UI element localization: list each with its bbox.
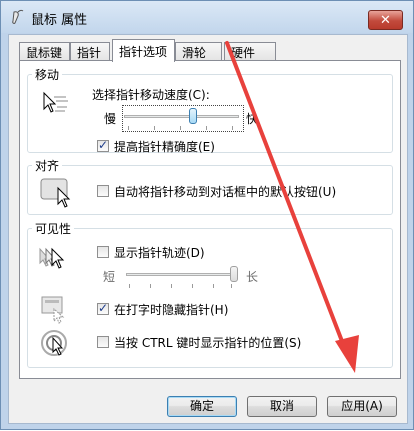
trails-checkbox[interactable] [97,246,109,258]
motion-group-title: 移动 [32,66,63,83]
trails-label[interactable]: 显示指针轨迹(D) [114,244,205,261]
ok-button[interactable]: 确定 [167,396,237,417]
slider-tick [213,284,214,288]
title-bar[interactable]: 鼠标 属性 ✕ [1,1,413,33]
tab-label: 指针 [77,46,102,60]
show-location-label[interactable]: 当按 CTRL 键时显示指针的位置(S) [114,334,301,351]
slider-tick [171,284,172,288]
motion-group: 移动 选择指针移动速度(C): 慢 快 ✓ 提高指针精确度(E) [27,66,393,155]
mouse-properties-window: 鼠标 属性 ✕ 鼠标键 指针 指针选项 滑轮 硬件 移动 选择指针移动速度(C)… [0,0,414,430]
tab-pointer-options[interactable]: 指针选项 [112,39,175,62]
visibility-group: 可见性 显示指针轨迹(D) 短 长 ✓ 在打字时隐藏指针(H) 当按 CTRL … [27,220,393,368]
close-button[interactable]: ✕ [368,10,403,30]
snap-label[interactable]: 自动将指针移动到对话框中的默认按钮(U) [114,183,336,200]
tab-mouse-buttons[interactable]: 鼠标键 [19,42,70,61]
mouse-icon [12,9,24,24]
pointer-trails-icon [39,247,65,269]
ok-button-label: 确定 [189,399,214,413]
tab-pointers[interactable]: 指针 [70,42,110,61]
precision-checkbox[interactable] [97,138,109,152]
precision-label[interactable]: 提高指针精确度(E) [114,138,215,155]
apply-button-label: 应用(A) [341,399,383,413]
long-label: 长 [246,270,259,284]
trails-slider-thumb[interactable] [230,266,238,282]
dialog-client-area: 鼠标键 指针 指针选项 滑轮 硬件 移动 选择指针移动速度(C): 慢 快 ✓ … [8,34,408,424]
slider-focus-rectangle [122,105,244,132]
slow-label: 慢 [104,112,117,126]
show-location-checkbox[interactable] [97,336,109,348]
snap-to-button-icon [40,178,71,208]
speed-label: 选择指针移动速度(C): [92,88,210,102]
tab-label: 鼠标键 [26,46,63,60]
hide-while-typing-label[interactable]: 在打字时隐藏指针(H) [114,301,228,318]
tab-hardware[interactable]: 硬件 [224,42,276,61]
trails-slider-track[interactable] [126,273,234,276]
slider-tick [192,284,193,288]
fast-label: 快 [246,112,259,126]
hide-pointer-icon [41,296,65,324]
visibility-group-title: 可见性 [32,220,75,237]
snap-to-group: 对齐 自动将指针移动到对话框中的默认按钮(U) [27,157,393,215]
slider-tick [150,284,151,288]
tab-wheel[interactable]: 滑轮 [175,42,222,61]
tab-label: 硬件 [231,46,256,60]
snap-group-title: 对齐 [32,157,63,174]
hide-while-typing-checkbox[interactable] [97,301,109,315]
slider-tick [129,284,130,288]
pointer-options-panel: 移动 选择指针移动速度(C): 慢 快 ✓ 提高指针精确度(E) 对齐 自动将指… [19,60,401,379]
short-label: 短 [103,270,116,284]
window-title: 鼠标 属性 [31,13,88,28]
tab-label: 指针选项 [119,45,168,59]
cancel-button-label: 取消 [269,399,294,413]
apply-button[interactable]: 应用(A) [327,396,397,417]
slider-tick [231,284,232,288]
pointer-speed-icon [43,91,68,113]
tab-label: 滑轮 [182,46,207,60]
snap-checkbox[interactable] [97,185,109,197]
show-location-icon [41,330,67,356]
close-icon: ✕ [380,12,391,28]
cancel-button[interactable]: 取消 [247,396,317,417]
